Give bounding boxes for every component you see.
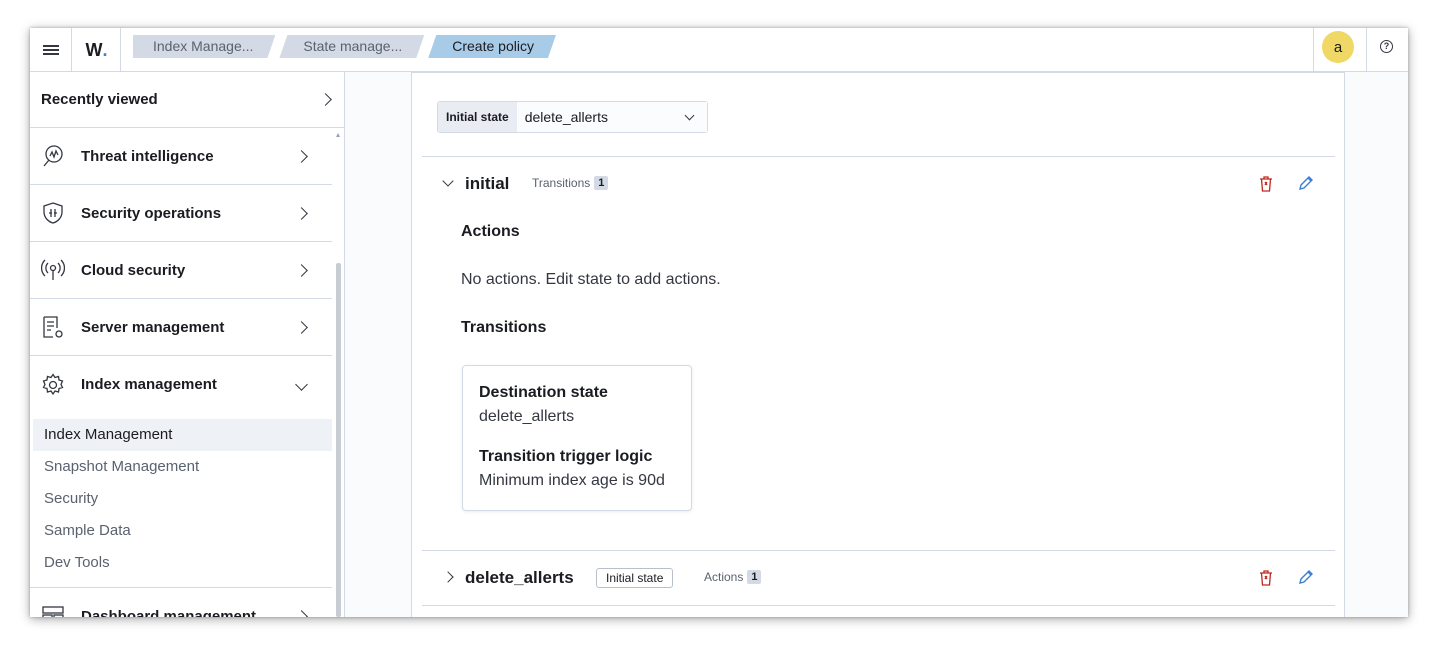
chevron-right-icon [295, 609, 308, 617]
sidebar: Recently viewed Threat intelligence Secu… [30, 72, 345, 617]
header-divider [1313, 28, 1314, 72]
transitions-meta: Transitions 1 [532, 176, 609, 190]
breadcrumb: Index Manage... State manage... Create p… [133, 35, 560, 58]
sidebar-subitem-security[interactable]: Security [33, 483, 332, 515]
server-doc-icon [43, 316, 63, 338]
pencil-icon[interactable] [1298, 569, 1314, 585]
chevron-right-icon [295, 149, 308, 163]
chevron-right-icon [295, 263, 308, 277]
sidebar-subitem-index-management[interactable]: Index Management [33, 419, 332, 451]
chevron-right-icon [295, 320, 308, 334]
sidebar-item-index-management[interactable]: Index management [30, 356, 332, 413]
actions-count-badge: 1 [747, 570, 762, 584]
actions-label: Actions [704, 570, 744, 584]
policy-panel: Initial state delete_allerts initial Tra… [411, 72, 1345, 617]
sidebar-item-security-operations[interactable]: Security operations [30, 185, 332, 242]
scroll-up-arrow[interactable] [336, 133, 340, 137]
chevron-right-icon [319, 93, 332, 106]
initial-state-badge: Initial state [596, 568, 674, 588]
breadcrumb-state-management[interactable]: State manage... [279, 35, 424, 58]
sidebar-item-threat-intelligence[interactable]: Threat intelligence [30, 128, 332, 185]
trash-icon[interactable] [1259, 570, 1273, 586]
transitions-count-badge: 1 [594, 176, 609, 190]
initial-state-label: Initial state [438, 102, 517, 132]
hamburger-menu-button[interactable] [30, 28, 72, 72]
trash-icon[interactable] [1259, 176, 1273, 192]
sidebar-item-label: Threat intelligence [81, 147, 214, 165]
destination-state-value: delete_allerts [479, 408, 575, 425]
breadcrumb-create-policy: Create policy [428, 35, 556, 58]
state-name: initial [465, 174, 510, 193]
chevron-down-icon [295, 378, 308, 391]
help-icon[interactable]: ? [1380, 40, 1393, 53]
state-delete-allerts: delete_allerts Initial state Actions 1 [422, 550, 1335, 606]
actions-meta: Actions 1 [704, 570, 762, 584]
initial-state-select[interactable]: Initial state delete_allerts [437, 101, 708, 133]
sidebar-item-label: Index management [81, 376, 217, 393]
recently-viewed-section[interactable]: Recently viewed [30, 72, 344, 128]
main-content: Initial state delete_allerts initial Tra… [345, 72, 1408, 617]
sidebar-item-label: Server management [81, 318, 225, 336]
avatar[interactable]: a [1322, 31, 1354, 63]
sidebar-item-cloud-security[interactable]: Cloud security [30, 242, 332, 299]
chevron-down-icon[interactable] [442, 175, 454, 187]
chevron-right-icon[interactable] [442, 571, 454, 583]
threat-intelligence-icon [43, 145, 63, 167]
sidebar-subitem-dev-tools[interactable]: Dev Tools [33, 547, 332, 579]
no-actions-text: No actions. Edit state to add actions. [461, 271, 721, 288]
actions-heading: Actions [461, 223, 520, 240]
trigger-logic-title: Transition trigger logic [479, 448, 653, 465]
sidebar-subitem-sample-data[interactable]: Sample Data [33, 515, 332, 547]
broadcast-icon [41, 259, 65, 280]
sidebar-scrollbar[interactable] [336, 263, 341, 617]
sidebar-item-label: Security operations [81, 204, 222, 222]
trigger-logic-value: Minimum index age is 90d [479, 472, 665, 489]
index-management-submenu: Index Management Snapshot Management Sec… [30, 413, 332, 588]
sidebar-subitem-snapshot-management[interactable]: Snapshot Management [33, 451, 332, 483]
recently-viewed-label: Recently viewed [41, 91, 158, 108]
logo[interactable]: W. [73, 28, 121, 72]
header-divider [1366, 28, 1367, 72]
pencil-icon[interactable] [1298, 175, 1314, 191]
sidebar-item-label: Dashboard management [81, 607, 257, 618]
destination-state-title: Destination state [479, 384, 608, 401]
breadcrumb-index-management[interactable]: Index Manage... [133, 35, 275, 58]
transitions-heading: Transitions [461, 319, 547, 336]
chevron-right-icon [295, 206, 308, 220]
initial-state-selected: delete_allerts [524, 109, 608, 125]
chevron-down-icon [684, 110, 695, 121]
dashboard-icon [42, 606, 64, 617]
transitions-label: Transitions [532, 176, 591, 190]
shield-icon [43, 202, 63, 224]
transition-card: Destination state delete_allerts Transit… [462, 365, 692, 511]
gear-icon [42, 372, 64, 395]
top-header: W. Index Manage... State manage... Creat… [30, 28, 1408, 72]
app-window: W. Index Manage... State manage... Creat… [30, 28, 1408, 617]
sidebar-item-dashboard-management[interactable]: Dashboard management [30, 588, 332, 617]
sidebar-item-server-management[interactable]: Server management [30, 299, 332, 356]
initial-state-value[interactable]: delete_allerts [516, 102, 707, 132]
state-name: delete_allerts [465, 568, 574, 587]
hamburger-icon [42, 43, 59, 57]
sidebar-item-label: Cloud security [81, 261, 186, 279]
